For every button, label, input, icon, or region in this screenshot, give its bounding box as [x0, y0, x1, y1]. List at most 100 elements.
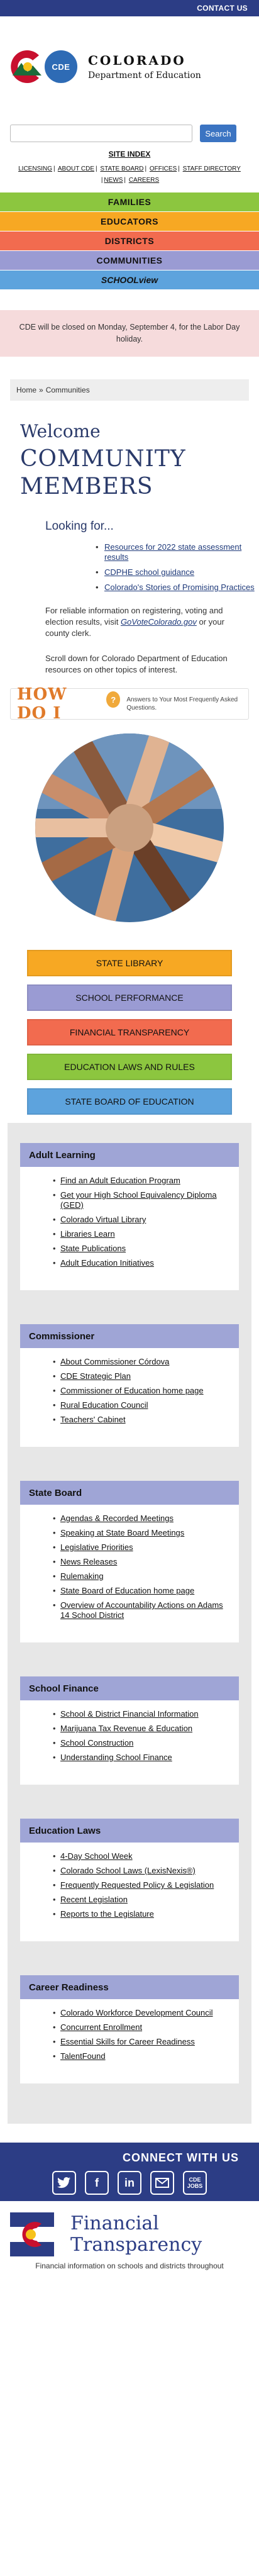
utility-link-careers[interactable]: CAREERS: [129, 177, 159, 184]
looking-for-link[interactable]: Resources for 2022 state assessment resu…: [104, 542, 241, 562]
list-item: 4-Day School Week: [53, 1851, 230, 1861]
state-board-button[interactable]: STATE BOARD OF EDUCATION: [27, 1088, 232, 1115]
card-link[interactable]: Libraries Learn: [60, 1229, 115, 1239]
govote-link[interactable]: GoVoteColorado.gov: [121, 617, 197, 627]
search-input[interactable]: [10, 125, 192, 142]
card-state-board: State Board Agendas & Recorded Meetings …: [20, 1481, 239, 1642]
card-link[interactable]: Reports to the Legislature: [60, 1909, 154, 1919]
list-item: Agendas & Recorded Meetings: [53, 1514, 230, 1524]
list-item: Colorado's Stories of Promising Practice…: [96, 583, 259, 593]
card-link[interactable]: News Releases: [60, 1557, 117, 1566]
card-link[interactable]: Colorado Virtual Library: [60, 1215, 146, 1224]
how-do-i-banner[interactable]: HOW DO I ? Answers to Your Most Frequent…: [10, 685, 249, 723]
quick-links: STATE LIBRARY SCHOOL PERFORMANCE FINANCI…: [0, 950, 259, 1115]
site-header: CDE COLORADO Department of Education: [0, 16, 259, 98]
search-button[interactable]: Search: [200, 125, 236, 142]
utility-link-about[interactable]: ABOUT CDE: [58, 165, 94, 172]
connect-title: CONNECT WITH US: [123, 2151, 239, 2164]
list-item: Commissioner of Education home page: [53, 1386, 230, 1396]
card-link[interactable]: Frequently Requested Policy & Legislatio…: [60, 1880, 214, 1890]
list-item: Reports to the Legislature: [53, 1909, 230, 1919]
financial-transparency-title: Financial Transparency: [70, 2213, 202, 2256]
closure-alert: CDE will be closed on Monday, September …: [0, 310, 259, 357]
card-link[interactable]: Marijuana Tax Revenue & Education: [60, 1724, 192, 1733]
list-item: Find an Adult Education Program: [53, 1176, 230, 1186]
card-link[interactable]: School & District Financial Information: [60, 1709, 199, 1719]
card-link[interactable]: CDE Strategic Plan: [60, 1371, 131, 1381]
card-link[interactable]: Find an Adult Education Program: [60, 1176, 180, 1185]
financial-transparency-button[interactable]: FINANCIAL TRANSPARENCY: [27, 1019, 232, 1045]
card-link[interactable]: School Construction: [60, 1738, 133, 1748]
list-item: Understanding School Finance: [53, 1753, 230, 1763]
nav-schoolview[interactable]: SCHOOLview: [0, 270, 259, 290]
card-link[interactable]: Teachers' Cabinet: [60, 1415, 126, 1424]
ft-line1: Financial: [70, 2212, 159, 2234]
main-nav: FAMILIES EDUCATORS DISTRICTS COMMUNITIES…: [0, 192, 259, 290]
card-link[interactable]: Commissioner of Education home page: [60, 1386, 204, 1395]
colorado-c-logo-icon[interactable]: [8, 47, 48, 87]
financial-transparency-banner[interactable]: Financial Transparency: [0, 2201, 259, 2256]
card-link[interactable]: TalentFound: [60, 2051, 106, 2061]
cde-badge-logo[interactable]: CDE: [43, 48, 79, 85]
card-link[interactable]: Adult Education Initiatives: [60, 1258, 154, 1268]
card-link[interactable]: State Board of Education home page: [60, 1586, 194, 1595]
card-link[interactable]: 4-Day School Week: [60, 1851, 133, 1861]
email-icon[interactable]: [150, 2171, 174, 2195]
card-school-finance: School Finance School & District Financi…: [20, 1676, 239, 1785]
breadcrumb-home[interactable]: Home: [16, 386, 36, 394]
card-link[interactable]: Concurrent Enrollment: [60, 2022, 142, 2032]
card-title: Education Laws: [20, 1819, 239, 1843]
card-title: State Board: [20, 1481, 239, 1505]
linkedin-icon[interactable]: in: [118, 2171, 141, 2195]
card-link[interactable]: State Publications: [60, 1244, 126, 1253]
utility-link-offices[interactable]: OFFICES: [150, 165, 177, 172]
nav-families[interactable]: FAMILIES: [0, 192, 259, 212]
utility-link-licensing[interactable]: LICENSING: [18, 165, 52, 172]
voting-paragraph: For reliable information on registering,…: [0, 605, 259, 639]
card-link[interactable]: Rural Education Council: [60, 1400, 148, 1410]
facebook-icon[interactable]: f: [85, 2171, 109, 2195]
list-item: Colorado School Laws (LexisNexis®): [53, 1866, 230, 1876]
cde-jobs-icon[interactable]: CDE JOBS: [183, 2171, 207, 2195]
search-bar: Search: [0, 125, 259, 142]
card-link[interactable]: Agendas & Recorded Meetings: [60, 1514, 174, 1523]
list-item: Overview of Accountability Actions on Ad…: [53, 1600, 230, 1620]
list-item: State Board of Education home page: [53, 1586, 230, 1596]
card-link[interactable]: Get your High School Equivalency Diploma…: [60, 1190, 217, 1210]
page-heading: COMMUNITY MEMBERS: [20, 446, 186, 499]
utility-link-staff-directory[interactable]: STAFF DIRECTORY: [183, 165, 241, 172]
card-link[interactable]: Recent Legislation: [60, 1895, 128, 1904]
utility-link-news[interactable]: NEWS: [104, 177, 123, 184]
looking-for-link[interactable]: CDPHE school guidance: [104, 567, 194, 577]
card-link[interactable]: Colorado Workforce Development Council: [60, 2008, 213, 2017]
school-performance-button[interactable]: SCHOOL PERFORMANCE: [27, 984, 232, 1011]
how-do-i-subtitle: Answers to Your Most Frequently Asked Qu…: [126, 696, 238, 711]
utility-link-state-board[interactable]: STATE BOARD: [100, 165, 143, 172]
card-education-laws: Education Laws 4-Day School Week Colorad…: [20, 1819, 239, 1941]
state-library-button[interactable]: STATE LIBRARY: [27, 950, 232, 976]
list-item: Essential Skills for Career Readiness: [53, 2037, 230, 2047]
education-laws-button[interactable]: EDUCATION LAWS AND RULES: [27, 1054, 232, 1080]
contact-us-link[interactable]: CONTACT US: [197, 4, 248, 13]
list-item: Recent Legislation: [53, 1895, 230, 1905]
nav-educators[interactable]: EDUCATORS: [0, 212, 259, 231]
card-link[interactable]: Essential Skills for Career Readiness: [60, 2037, 195, 2046]
site-index-link[interactable]: SITE INDEX: [109, 150, 151, 159]
list-item: News Releases: [53, 1557, 230, 1567]
list-item: Get your High School Equivalency Diploma…: [53, 1190, 230, 1210]
brand-text[interactable]: COLORADO Department of Education: [88, 53, 201, 81]
card-career-readiness: Career Readiness Colorado Workforce Deve…: [20, 1975, 239, 2083]
card-link[interactable]: Rulemaking: [60, 1571, 104, 1581]
nav-districts[interactable]: DISTRICTS: [0, 231, 259, 251]
card-link[interactable]: Overview of Accountability Actions on Ad…: [60, 1600, 223, 1620]
nav-communities[interactable]: COMMUNITIES: [0, 251, 259, 270]
looking-for-link[interactable]: Colorado's Stories of Promising Practice…: [104, 583, 255, 592]
card-link[interactable]: Colorado School Laws (LexisNexis®): [60, 1866, 196, 1875]
card-link[interactable]: Understanding School Finance: [60, 1753, 172, 1762]
twitter-icon[interactable]: [52, 2171, 76, 2195]
card-title: Career Readiness: [20, 1975, 239, 1999]
card-commissioner: Commissioner About Commissioner Córdova …: [20, 1324, 239, 1447]
card-link[interactable]: Speaking at State Board Meetings: [60, 1528, 184, 1537]
card-link[interactable]: Legislative Priorities: [60, 1542, 133, 1552]
card-link[interactable]: About Commissioner Córdova: [60, 1357, 169, 1366]
